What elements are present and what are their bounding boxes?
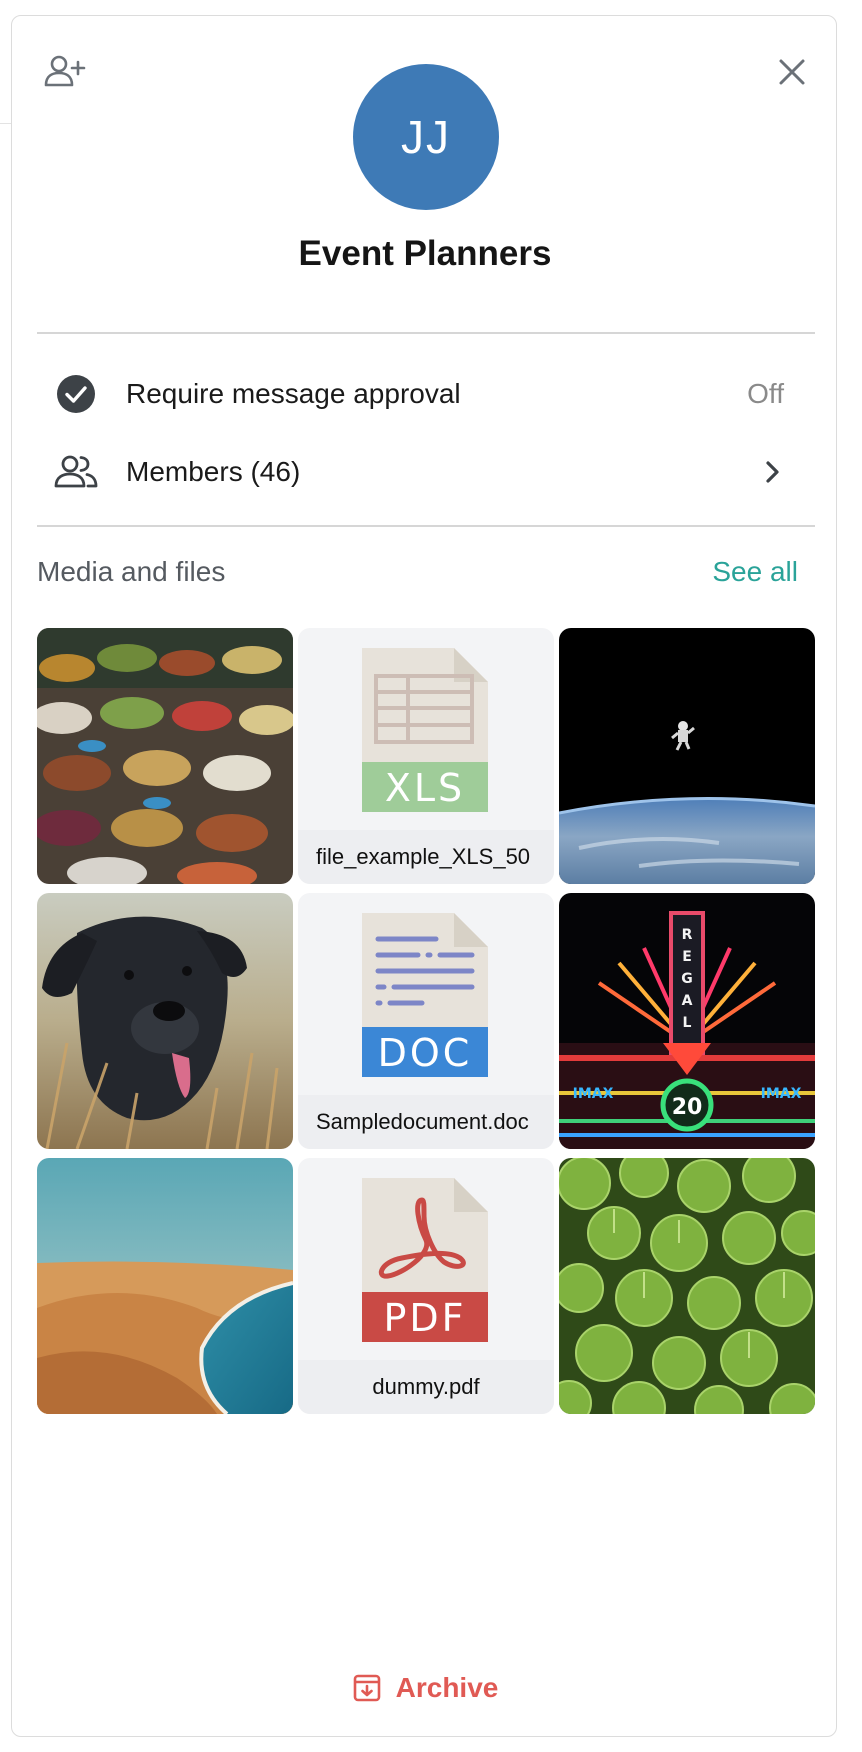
divider bbox=[37, 332, 815, 334]
svg-text:DOC: DOC bbox=[378, 1031, 473, 1075]
svg-text:A: A bbox=[682, 993, 693, 1009]
svg-text:R: R bbox=[682, 927, 693, 943]
svg-text:IMAX: IMAX bbox=[761, 1086, 802, 1102]
svg-text:G: G bbox=[681, 971, 693, 987]
close-button[interactable] bbox=[772, 52, 812, 92]
chevron-right-icon bbox=[766, 461, 779, 483]
file-tile-doc[interactable]: DOC Sampledocument.doc bbox=[298, 893, 554, 1149]
archive-icon bbox=[353, 1674, 380, 1702]
group-info-panel: JJ Event Planners Require message approv… bbox=[11, 15, 837, 1737]
close-icon bbox=[779, 59, 805, 85]
file-tile-pdf[interactable]: PDF dummy.pdf bbox=[298, 1158, 554, 1414]
svg-text:L: L bbox=[683, 1015, 692, 1031]
setting-value: Off bbox=[747, 378, 784, 409]
avatar-initials: JJ bbox=[401, 111, 451, 163]
media-thumbnail-space[interactable] bbox=[559, 628, 815, 884]
svg-text:E: E bbox=[682, 949, 692, 965]
file-name: dummy.pdf bbox=[298, 1360, 554, 1414]
doc-file-icon: DOC bbox=[362, 913, 488, 1077]
check-circle-icon bbox=[52, 370, 100, 418]
message-approval-setting[interactable]: Require message approval Off bbox=[37, 358, 815, 430]
divider bbox=[37, 525, 815, 527]
members-row[interactable]: Members (46) bbox=[37, 436, 815, 508]
add-member-button[interactable] bbox=[43, 49, 87, 93]
setting-label: Require message approval bbox=[126, 378, 461, 409]
members-label: Members (46) bbox=[126, 456, 301, 487]
media-thumbnail-dunes[interactable] bbox=[37, 1158, 293, 1414]
svg-text:20: 20 bbox=[672, 1095, 703, 1120]
space-photo bbox=[559, 628, 815, 884]
dog-photo bbox=[37, 893, 293, 1149]
archive-label: Archive bbox=[395, 1672, 499, 1703]
person-add-icon bbox=[44, 55, 86, 87]
archive-button[interactable]: Archive bbox=[12, 1672, 838, 1704]
theater-photo: R E G A L 20 IMAX IMAX bbox=[559, 893, 815, 1149]
svg-text:IMAX: IMAX bbox=[573, 1086, 614, 1102]
pdf-file-icon: PDF bbox=[362, 1178, 488, 1342]
see-all-link[interactable]: See all bbox=[712, 556, 798, 588]
xls-file-icon: XLS bbox=[362, 648, 488, 812]
media-thumbnail-leaves[interactable] bbox=[559, 1158, 815, 1414]
group-name: Event Planners bbox=[298, 234, 552, 273]
file-name: Sampledocument.doc bbox=[298, 1095, 554, 1149]
background-pane bbox=[0, 0, 11, 1752]
group-icon bbox=[52, 448, 100, 496]
group-avatar: JJ bbox=[353, 64, 499, 210]
leaves-photo bbox=[559, 1158, 815, 1414]
file-name: file_example_XLS_50 bbox=[298, 830, 554, 884]
media-thumbnail-market[interactable] bbox=[37, 628, 293, 884]
svg-text:XLS: XLS bbox=[385, 766, 465, 810]
dunes-photo bbox=[37, 1158, 293, 1414]
svg-text:PDF: PDF bbox=[383, 1296, 466, 1340]
media-section-title: Media and files bbox=[37, 556, 226, 587]
pane-divider bbox=[0, 123, 11, 124]
market-photo bbox=[37, 628, 293, 884]
file-tile-xls[interactable]: XLS file_example_XLS_50 bbox=[298, 628, 554, 884]
media-thumbnail-dog[interactable] bbox=[37, 893, 293, 1149]
media-thumbnail-theater[interactable]: R E G A L 20 IMAX IMAX bbox=[559, 893, 815, 1149]
